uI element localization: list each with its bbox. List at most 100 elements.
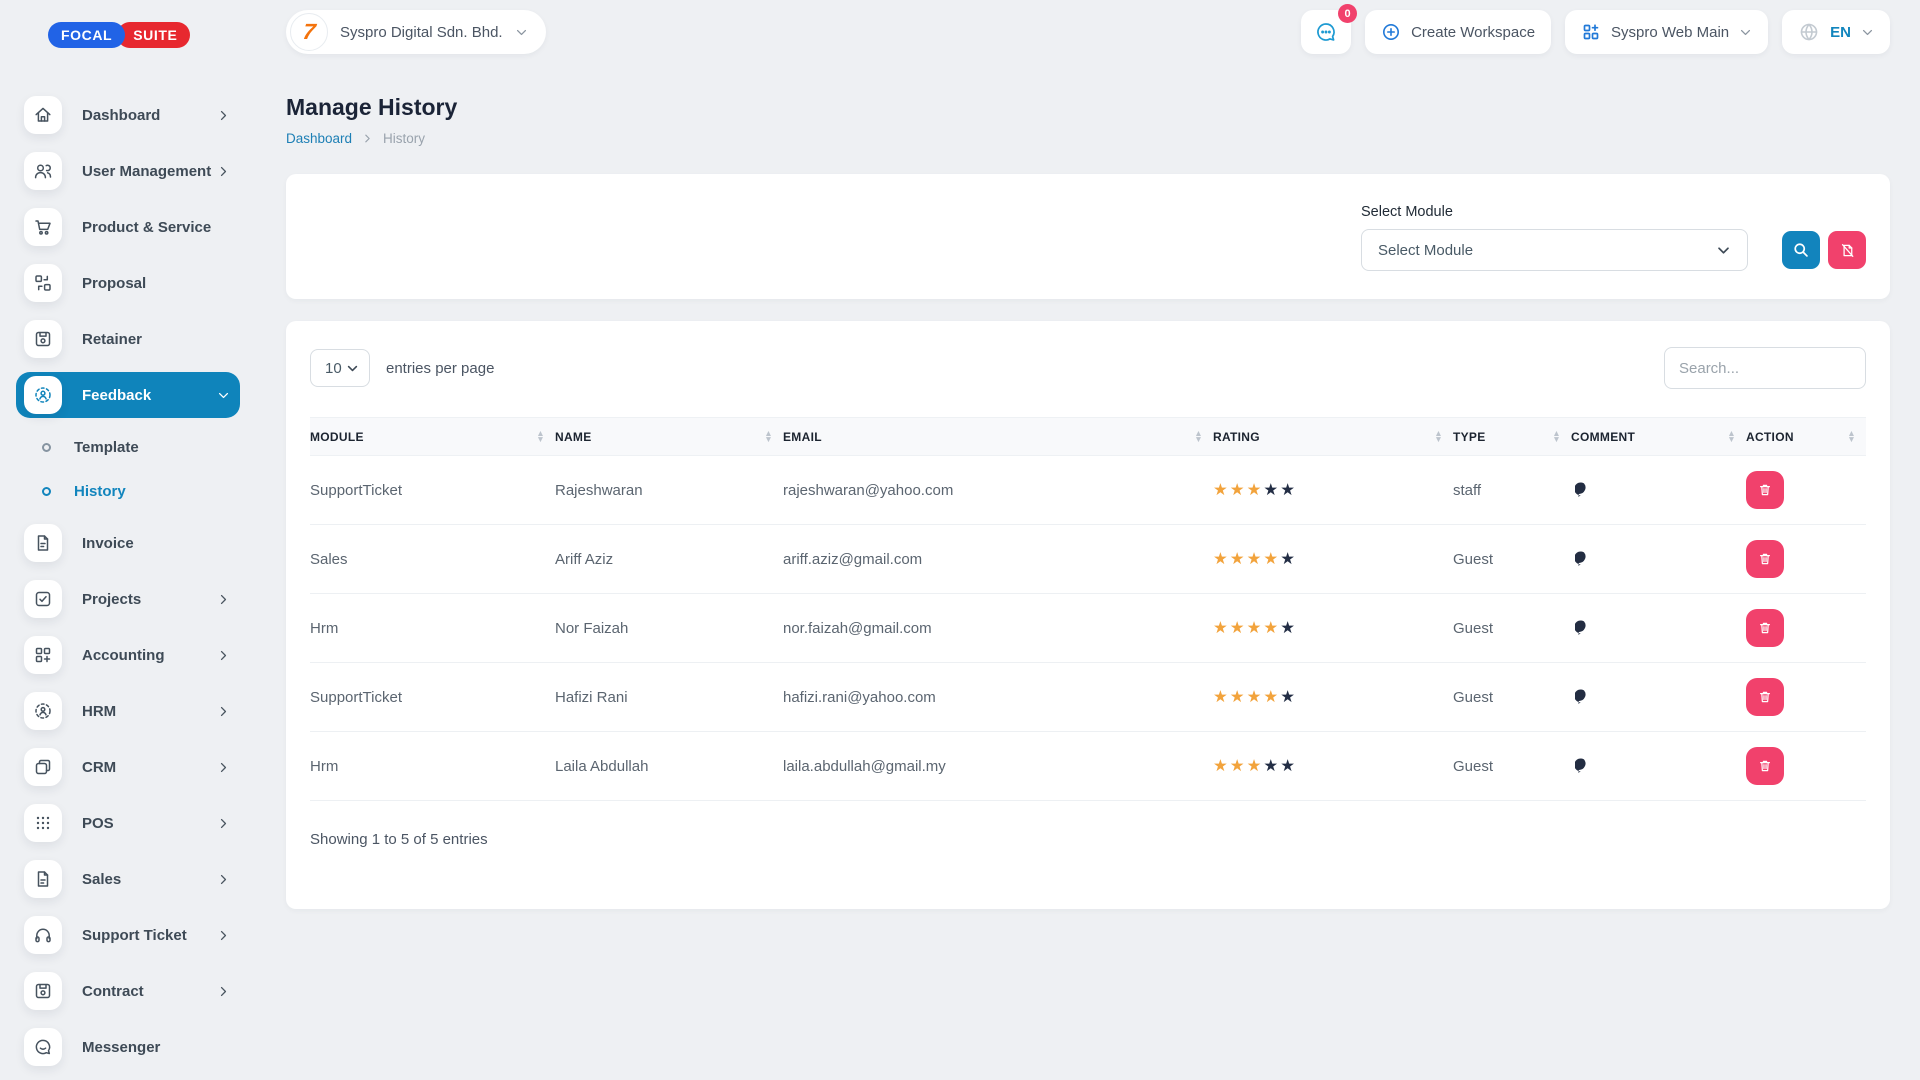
chevron-right-icon xyxy=(217,929,230,942)
clear-filter-icon xyxy=(1839,242,1856,259)
comment-icon xyxy=(1575,619,1593,637)
cart-icon xyxy=(24,208,62,246)
grid-plus-icon xyxy=(24,636,62,674)
user-focus-icon xyxy=(24,376,62,414)
module-select[interactable]: Select Module xyxy=(1361,229,1748,271)
sidebar-item-contract[interactable]: Contract xyxy=(16,968,240,1014)
comment-button[interactable] xyxy=(1571,481,1593,499)
file-icon xyxy=(24,524,62,562)
sidebar-nav: Dashboard User Management Product & Serv… xyxy=(16,92,240,1070)
sidebar-item-messenger[interactable]: Messenger xyxy=(16,1024,240,1070)
chevron-right-icon xyxy=(217,593,230,606)
workspace-name: Syspro Web Main xyxy=(1611,24,1729,41)
sort-icon: ▲▼ xyxy=(536,431,545,442)
delete-button[interactable] xyxy=(1746,609,1784,647)
sidebar-item-dashboard[interactable]: Dashboard xyxy=(16,92,240,138)
sidebar-item-projects[interactable]: Projects xyxy=(16,576,240,622)
cell-email: laila.abdullah@gmail.my xyxy=(783,732,1213,801)
home-icon xyxy=(24,96,62,134)
table-row: Hrm Laila Abdullah laila.abdullah@gmail.… xyxy=(310,732,1866,801)
sidebar-item-hrm[interactable]: HRM xyxy=(16,688,240,734)
cell-type: Guest xyxy=(1453,525,1571,594)
floppy-icon xyxy=(24,320,62,358)
language-label: EN xyxy=(1830,24,1851,41)
chevron-right-icon xyxy=(217,705,230,718)
breadcrumb-current: History xyxy=(383,131,425,146)
search-input[interactable] xyxy=(1664,347,1866,389)
clear-filter-button[interactable] xyxy=(1828,231,1866,269)
chevron-down-icon xyxy=(217,389,230,402)
user-focus-icon xyxy=(24,692,62,730)
column-header-email[interactable]: EMAIL▲▼ xyxy=(783,418,1213,456)
chevron-right-icon xyxy=(217,109,230,122)
sidebar-item-feedback[interactable]: Feedback xyxy=(16,372,240,418)
sidebar-item-pos[interactable]: POS xyxy=(16,800,240,846)
chevron-down-icon xyxy=(515,26,528,39)
messages-badge: 0 xyxy=(1338,4,1357,23)
cell-module: Hrm xyxy=(310,594,555,663)
sidebar-item-crm[interactable]: CRM xyxy=(16,744,240,790)
sidebar: FOCAL SUITE Dashboard User Management Pr… xyxy=(0,0,256,1080)
chevron-right-icon xyxy=(217,985,230,998)
cell-email: hafizi.rani@yahoo.com xyxy=(783,663,1213,732)
sidebar-item-product-service[interactable]: Product & Service xyxy=(16,204,240,250)
delete-icon xyxy=(1757,758,1773,774)
plus-circle-icon xyxy=(1381,22,1401,42)
messages-button[interactable]: 0 xyxy=(1301,10,1351,54)
sidebar-item-retainer[interactable]: Retainer xyxy=(16,316,240,362)
table-row: Sales Ariff Aziz ariff.aziz@gmail.com ★★… xyxy=(310,525,1866,594)
sidebar-subitem-history[interactable]: History xyxy=(16,472,240,510)
workflow-icon xyxy=(24,264,62,302)
column-header-rating[interactable]: RATING▲▼ xyxy=(1213,418,1453,456)
chevron-right-icon xyxy=(217,165,230,178)
sidebar-subitem-template[interactable]: Template xyxy=(16,428,240,466)
delete-button[interactable] xyxy=(1746,471,1784,509)
column-header-comment[interactable]: COMMENT▲▼ xyxy=(1571,418,1746,456)
sidebar-item-support-ticket[interactable]: Support Ticket xyxy=(16,912,240,958)
language-selector[interactable]: EN xyxy=(1782,10,1890,54)
table-row: SupportTicket Hafizi Rani hafizi.rani@ya… xyxy=(310,663,1866,732)
chevron-right-icon xyxy=(217,761,230,774)
delete-button[interactable] xyxy=(1746,540,1784,578)
comment-button[interactable] xyxy=(1571,619,1593,637)
workspace-selector[interactable]: Syspro Web Main xyxy=(1565,10,1768,54)
sidebar-item-user-management[interactable]: User Management xyxy=(16,148,240,194)
sidebar-item-proposal[interactable]: Proposal xyxy=(16,260,240,306)
app-logo: FOCAL SUITE xyxy=(48,22,240,48)
sidebar-item-invoice[interactable]: Invoice xyxy=(16,520,240,566)
sort-icon: ▲▼ xyxy=(1434,431,1443,442)
sidebar-item-sales[interactable]: Sales xyxy=(16,856,240,902)
sidebar-item-accounting[interactable]: Accounting xyxy=(16,632,240,678)
column-header-module[interactable]: MODULE▲▼ xyxy=(310,418,555,456)
chat-smile-icon xyxy=(24,1028,62,1066)
column-header-type[interactable]: TYPE▲▼ xyxy=(1453,418,1571,456)
delete-button[interactable] xyxy=(1746,678,1784,716)
logo-suite: SUITE xyxy=(117,22,190,48)
topbar: 7 Syspro Digital Sdn. Bhd. 0 Create Work… xyxy=(256,0,1920,56)
rating-stars: ★★★★★ xyxy=(1213,549,1453,569)
windows-icon xyxy=(24,748,62,786)
check-square-icon xyxy=(24,580,62,618)
comment-button[interactable] xyxy=(1571,550,1593,568)
column-header-name[interactable]: NAME▲▼ xyxy=(555,418,783,456)
entries-per-page-select[interactable]: 10 xyxy=(310,349,370,387)
breadcrumb-dashboard-link[interactable]: Dashboard xyxy=(286,131,352,146)
chevron-down-icon xyxy=(1716,243,1731,258)
cell-type: Guest xyxy=(1453,594,1571,663)
content-area: Manage History Dashboard History Select … xyxy=(256,56,1920,909)
delete-icon xyxy=(1757,551,1773,567)
cell-type: Guest xyxy=(1453,663,1571,732)
comment-button[interactable] xyxy=(1571,688,1593,706)
delete-icon xyxy=(1757,689,1773,705)
table-row: Hrm Nor Faizah nor.faizah@gmail.com ★★★★… xyxy=(310,594,1866,663)
delete-button[interactable] xyxy=(1746,747,1784,785)
rating-stars: ★★★★★ xyxy=(1213,618,1453,638)
cell-name: Hafizi Rani xyxy=(555,663,783,732)
company-selector[interactable]: 7 Syspro Digital Sdn. Bhd. xyxy=(286,10,546,54)
column-header-action[interactable]: ACTION▲▼ xyxy=(1746,418,1866,456)
create-workspace-button[interactable]: Create Workspace xyxy=(1365,10,1551,54)
comment-icon xyxy=(1575,757,1593,775)
chevron-down-icon xyxy=(346,362,359,375)
search-button[interactable] xyxy=(1782,231,1820,269)
comment-button[interactable] xyxy=(1571,757,1593,775)
